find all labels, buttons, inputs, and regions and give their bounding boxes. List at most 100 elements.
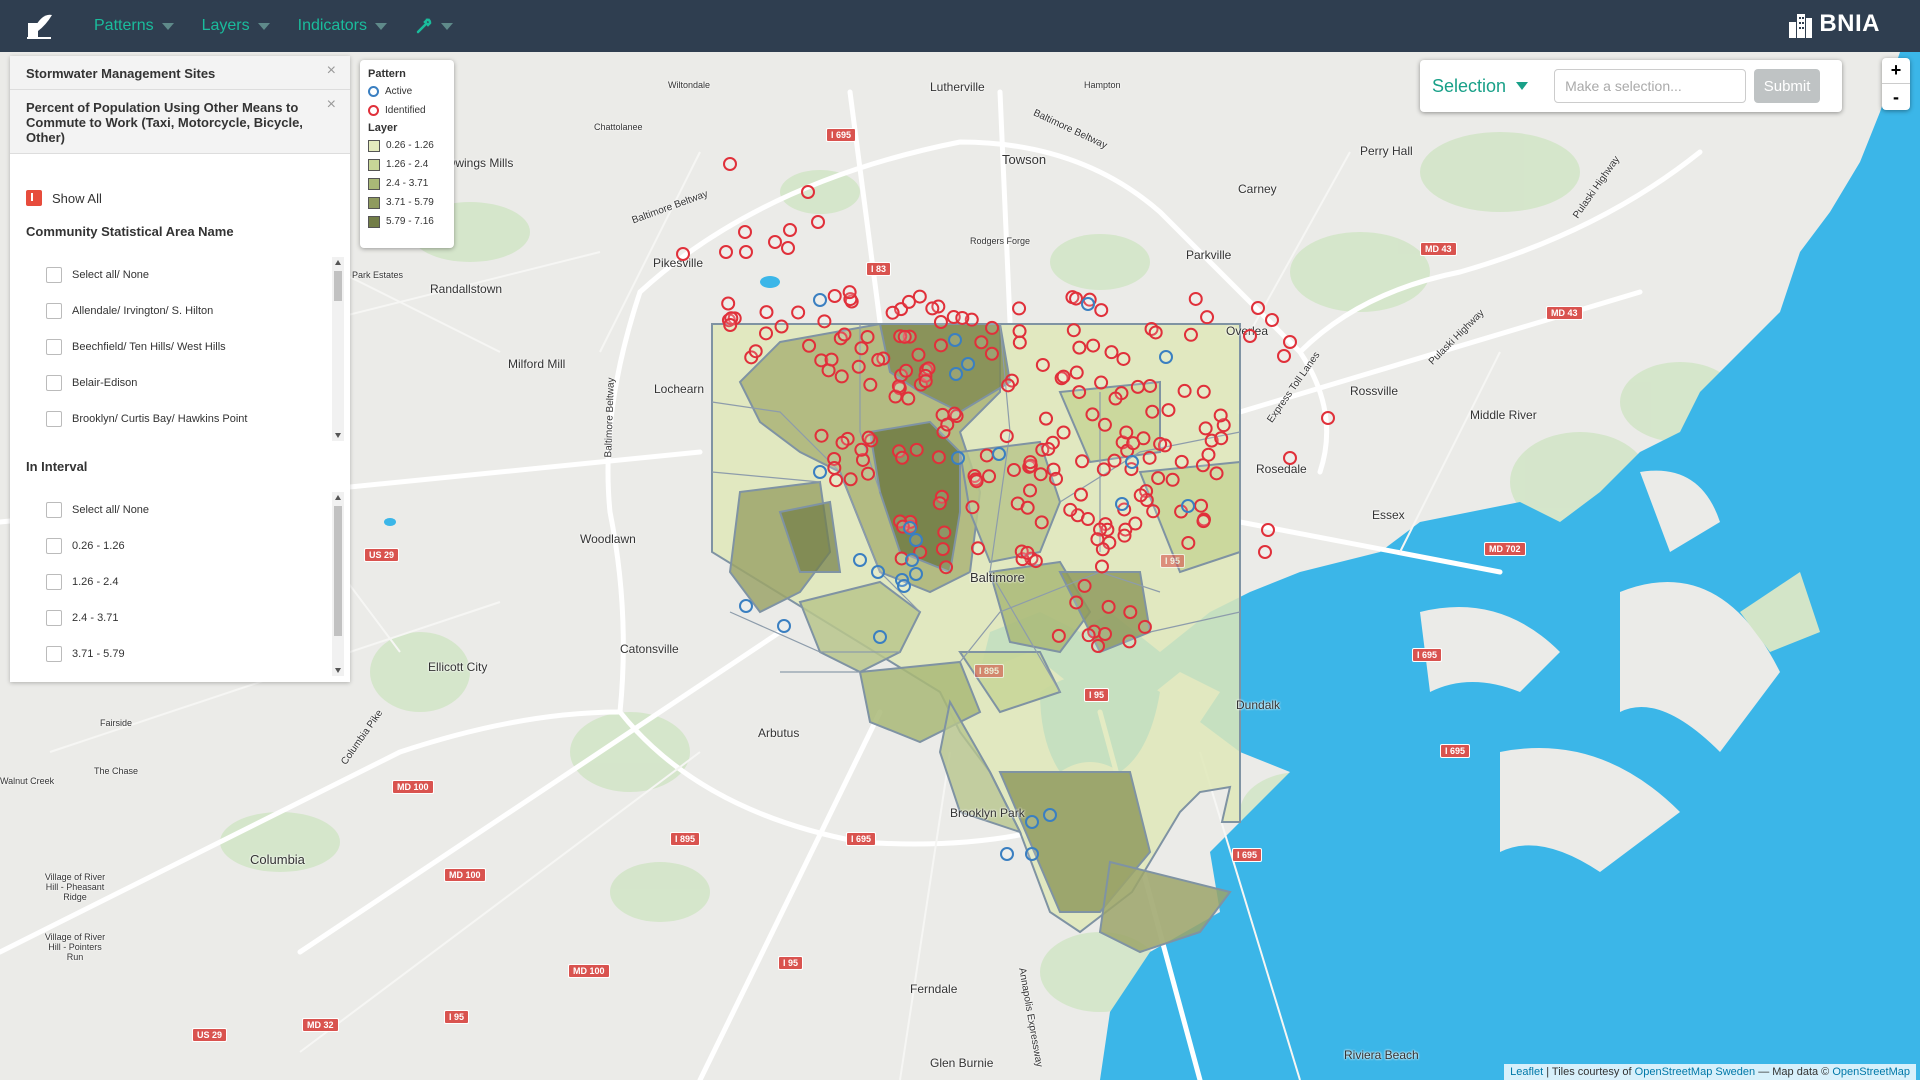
active-site-marker[interactable] [948,333,962,347]
nav-indicators[interactable]: Indicators [298,17,387,35]
identified-site-marker[interactable] [1063,502,1078,517]
identified-site-marker[interactable] [1146,504,1161,519]
identified-site-marker[interactable] [1012,301,1027,316]
identified-site-marker[interactable] [1049,471,1064,486]
identified-site-marker[interactable] [1133,488,1148,503]
identified-site-marker[interactable] [1198,421,1213,436]
identified-site-marker[interactable] [1051,628,1066,643]
identified-site-marker[interactable] [940,417,955,432]
identified-site-marker[interactable] [1090,532,1105,547]
identified-site-marker[interactable] [1096,462,1111,477]
submit-button[interactable]: Submit [1754,69,1821,103]
active-site-marker[interactable] [992,447,1006,461]
identified-site-marker[interactable] [1145,404,1160,419]
identified-site-marker[interactable] [1123,605,1138,620]
identified-site-marker[interactable] [719,245,733,259]
identified-site-marker[interactable] [1073,487,1088,502]
identified-site-marker[interactable] [979,448,994,463]
identified-site-marker[interactable] [1181,535,1196,550]
identified-site-marker[interactable] [1098,627,1112,641]
identified-site-marker[interactable] [1020,545,1035,560]
identified-site-marker[interactable] [759,326,774,341]
list-item[interactable]: 0.26 - 1.26 [26,528,344,564]
active-site-marker[interactable] [873,630,887,644]
identified-site-marker[interactable] [1200,310,1215,325]
identified-site-marker[interactable] [1094,375,1109,390]
identified-site-marker[interactable] [1107,453,1122,468]
identified-site-marker[interactable] [814,428,829,443]
identified-site-marker[interactable] [863,377,878,392]
layer-row-commute[interactable]: Percent of Population Using Other Means … [10,90,350,154]
identified-site-marker[interactable] [911,347,926,362]
close-icon[interactable]: × [327,96,336,114]
identified-site-marker[interactable] [861,430,876,445]
identified-site-marker[interactable] [1069,365,1084,380]
identified-site-marker[interactable] [984,346,999,361]
identified-site-marker[interactable] [723,157,737,171]
identified-site-marker[interactable] [1069,291,1084,306]
active-site-marker[interactable] [1081,297,1095,311]
identified-site-marker[interactable] [811,215,825,229]
list-item[interactable]: Select all/ None [26,257,344,293]
identified-site-marker[interactable] [860,329,875,344]
identified-site-marker[interactable] [974,335,989,350]
identified-site-marker[interactable] [824,352,839,367]
identified-site-marker[interactable] [827,288,842,303]
identified-site-marker[interactable] [1161,403,1176,418]
interval-scrollbar[interactable] [332,492,344,676]
identified-site-marker[interactable] [932,496,947,511]
checkbox[interactable] [46,646,62,662]
identified-site-marker[interactable] [1094,303,1109,318]
identified-site-marker[interactable] [1056,425,1071,440]
identified-site-marker[interactable] [1126,436,1141,451]
scroll-up-icon[interactable] [335,260,341,265]
identified-site-marker[interactable] [854,442,869,457]
identified-site-marker[interactable] [721,296,736,311]
identified-site-marker[interactable] [1072,385,1087,400]
identified-site-marker[interactable] [739,245,753,259]
brand[interactable]: BNIA [1787,8,1880,40]
identified-site-marker[interactable] [854,341,869,356]
active-site-marker[interactable] [813,465,827,479]
list-item[interactable]: Belair-Edison [26,365,344,401]
identified-site-marker[interactable] [1251,301,1265,315]
active-site-marker[interactable] [871,565,885,579]
identified-site-marker[interactable] [1001,378,1016,393]
identified-site-marker[interactable] [1277,349,1291,363]
identified-site-marker[interactable] [1174,454,1189,469]
nav-patterns[interactable]: Patterns [94,17,174,35]
checkbox[interactable] [46,339,62,355]
identified-site-marker[interactable] [1258,545,1272,559]
scroll-down-icon[interactable] [335,668,341,673]
identified-site-marker[interactable] [1101,599,1116,614]
identified-site-marker[interactable] [1321,411,1335,425]
identified-site-marker[interactable] [1066,323,1081,338]
toggle-checkbox[interactable] [26,190,42,206]
identified-site-marker[interactable] [723,318,738,333]
identified-site-marker[interactable] [1080,512,1095,527]
close-icon[interactable]: × [327,62,336,80]
scroll-up-icon[interactable] [335,495,341,500]
identified-site-marker[interactable] [842,285,857,300]
identified-site-marker[interactable] [1086,338,1101,353]
identified-site-marker[interactable] [851,359,866,374]
identified-site-marker[interactable] [1108,391,1123,406]
identified-site-marker[interactable] [1069,595,1084,610]
identified-site-marker[interactable] [1034,515,1049,530]
active-site-marker[interactable] [739,599,753,613]
identified-site-marker[interactable] [837,327,852,342]
bnia-logo-icon[interactable] [24,11,54,41]
identified-site-marker[interactable] [1085,407,1100,422]
list-item[interactable]: Beechfield/ Ten Hills/ West Hills [26,329,344,365]
checkbox[interactable] [46,303,62,319]
active-site-marker[interactable] [897,579,911,593]
identified-site-marker[interactable] [901,391,916,406]
selection-dropdown[interactable]: Selection [1432,76,1529,97]
active-site-marker[interactable] [1125,455,1139,469]
identified-site-marker[interactable] [1006,462,1021,477]
identified-site-marker[interactable] [835,435,850,450]
identified-site-marker[interactable] [1020,500,1035,515]
identified-site-marker[interactable] [985,320,1000,335]
identified-site-marker[interactable] [1130,379,1145,394]
identified-site-marker[interactable] [1137,619,1152,634]
